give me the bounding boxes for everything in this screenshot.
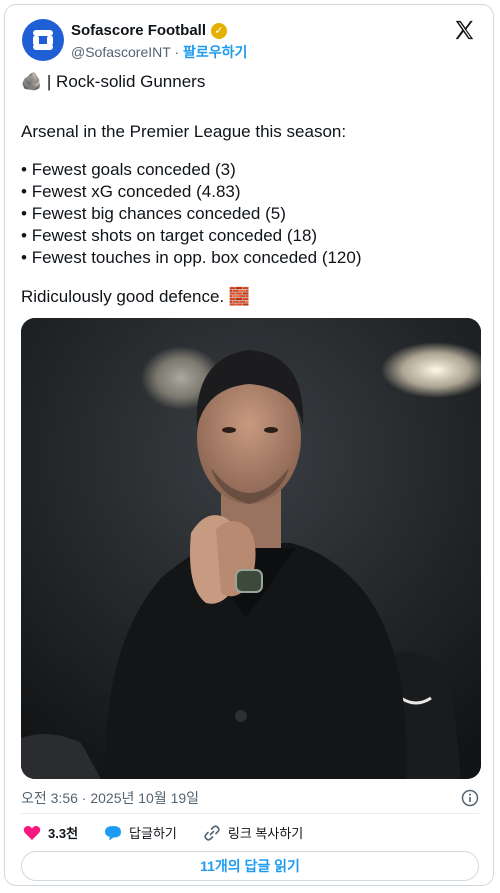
photo-illustration	[21, 318, 481, 779]
tweet-card: Sofascore Football ✓ @SofascoreINT · 팔로우…	[4, 4, 494, 886]
timestamp[interactable]: 오전 3:56 · 2025년 10월 19일	[21, 788, 199, 808]
account-handle[interactable]: @SofascoreINT	[71, 44, 171, 60]
account-name-row: Sofascore Football ✓	[71, 22, 228, 39]
tweet-title: 🪨 | Rock-solid Gunners	[21, 71, 481, 93]
list-item: Fewest shots on target conceded (18)	[21, 225, 481, 247]
avatar[interactable]	[22, 19, 64, 61]
sofascore-logo-icon	[33, 30, 53, 50]
read-replies-button[interactable]: 11개의 답글 읽기	[21, 851, 479, 881]
rock-emoji-icon: 🪨	[21, 72, 43, 91]
link-icon	[204, 824, 220, 841]
info-icon[interactable]	[461, 789, 479, 807]
list-item: Fewest big chances conceded (5)	[21, 203, 481, 225]
follow-button[interactable]: 팔로우하기	[183, 44, 247, 60]
speech-bubble-icon	[105, 825, 122, 840]
x-logo-icon[interactable]	[453, 19, 475, 41]
brick-emoji-icon: 🧱	[228, 287, 251, 306]
reply-button[interactable]: 답글하기	[104, 823, 177, 842]
list-item: Fewest xG conceded (4.83)	[21, 181, 481, 203]
account-name[interactable]: Sofascore Football	[71, 22, 206, 39]
tweet-meta-row: 오전 3:56 · 2025년 10월 19일	[21, 788, 479, 808]
heart-icon	[23, 825, 41, 840]
reply-label: 답글하기	[129, 826, 177, 841]
copy-link-button[interactable]: 링크 복사하기	[203, 823, 303, 842]
like-button[interactable]: 3.3천	[23, 823, 78, 842]
tweet-actions: 3.3천 답글하기 링크 복사하기	[23, 823, 323, 842]
tweet-intro: Arsenal in the Premier League this seaso…	[21, 122, 347, 141]
verified-badge-icon: ✓	[211, 22, 228, 39]
handle-separator: ·	[174, 44, 180, 60]
tweet-photo[interactable]	[21, 318, 481, 779]
list-item: Fewest touches in opp. box conceded (120…	[21, 247, 481, 269]
stats-list: Fewest goals conceded (3) Fewest xG conc…	[21, 159, 481, 269]
list-item: Fewest goals conceded (3)	[21, 159, 481, 181]
tweet-closing: Ridiculously good defence. 🧱	[21, 286, 481, 308]
divider	[21, 813, 479, 814]
tweet-closing-text: Ridiculously good defence.	[21, 287, 225, 306]
like-count: 3.3천	[48, 826, 79, 841]
copy-link-label: 링크 복사하기	[227, 826, 304, 841]
tweet-title-text: | Rock-solid Gunners	[46, 72, 206, 91]
account-handle-row: @SofascoreINT · 팔로우하기	[71, 42, 247, 62]
